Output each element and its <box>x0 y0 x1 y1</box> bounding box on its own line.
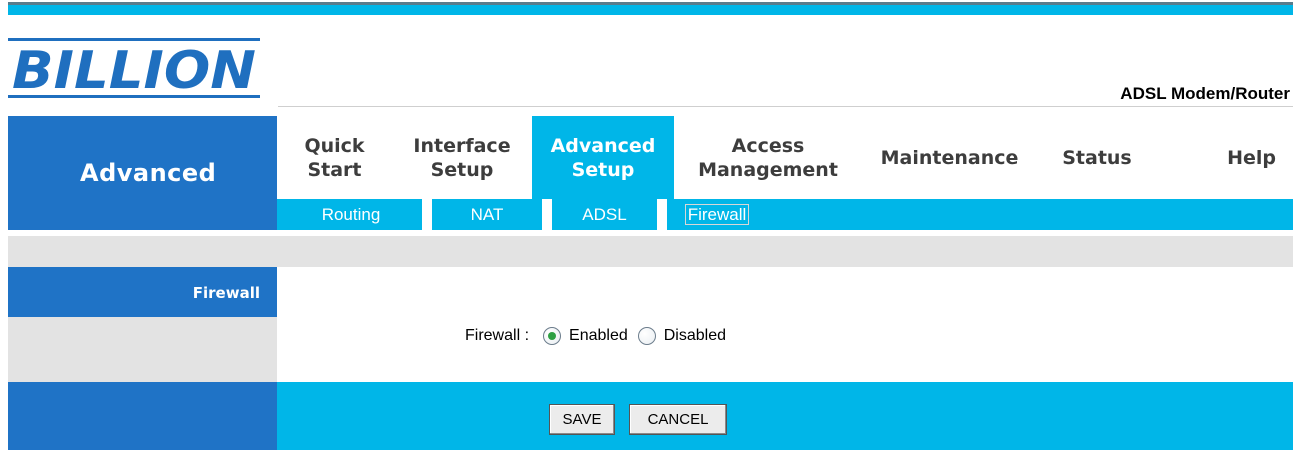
subnav-separator <box>657 199 667 230</box>
firewall-enabled-radio[interactable] <box>543 327 562 345</box>
footer-button-bar: SAVE CANCEL <box>277 382 1293 450</box>
main-nav: Quick Start Interface Setup Advanced Set… <box>277 116 1293 199</box>
spacer-band <box>8 236 1293 267</box>
firewall-form: Firewall : Enabled Disabled <box>277 267 1293 382</box>
subnav-label: Routing <box>321 205 381 224</box>
nav-label: Advanced Setup <box>550 134 656 181</box>
section-title: Advanced <box>80 159 217 187</box>
subnav-separator <box>422 199 432 230</box>
top-accent-bar <box>8 2 1293 15</box>
subnav-label: NAT <box>470 205 504 224</box>
nav-maintenance[interactable]: Maintenance <box>862 116 1037 199</box>
subnav-routing[interactable]: Routing <box>301 199 401 230</box>
nav-label: Quick Start <box>304 134 365 181</box>
subnav-label: Firewall <box>684 204 750 225</box>
firewall-enabled-label[interactable]: Enabled <box>569 327 628 345</box>
nav-interface-setup[interactable]: Interface Setup <box>392 116 532 199</box>
sidebar-label: Firewall <box>192 284 260 302</box>
nav-access-management[interactable]: Access Management <box>674 116 862 199</box>
subnav-label: ADSL <box>582 205 627 224</box>
sidebar-header: Firewall <box>8 267 277 317</box>
firewall-label: Firewall : <box>465 327 530 344</box>
header-divider <box>278 106 1293 107</box>
cancel-button[interactable]: CANCEL <box>629 404 727 435</box>
subnav-adsl[interactable]: ADSL <box>552 199 657 230</box>
billion-logo: BILLION <box>8 38 260 102</box>
firewall-disabled-label[interactable]: Disabled <box>664 327 726 345</box>
nav-label: Interface Setup <box>413 134 511 181</box>
nav-status[interactable]: Status <box>1037 116 1157 199</box>
firewall-disabled-radio[interactable] <box>637 327 656 345</box>
firewall-row: Firewall : Enabled Disabled <box>465 327 736 345</box>
sub-nav: Routing NAT ADSL Firewall <box>277 199 1293 230</box>
subnav-separator <box>542 199 552 230</box>
footer-left-panel <box>8 382 277 450</box>
nav-label: Maintenance <box>880 146 1019 169</box>
logo-text: BILLION <box>12 41 256 101</box>
sidebar-panel <box>8 317 277 382</box>
nav-label: Status <box>1062 146 1132 169</box>
subnav-firewall[interactable]: Firewall <box>667 199 767 230</box>
product-name: ADSL Modem/Router <box>1120 84 1290 103</box>
section-title-panel: Advanced <box>8 116 277 230</box>
nav-label: Access Management <box>698 134 838 181</box>
nav-quick-start[interactable]: Quick Start <box>277 116 392 199</box>
save-button[interactable]: SAVE <box>549 404 615 435</box>
nav-advanced-setup[interactable]: Advanced Setup <box>532 116 674 199</box>
nav-label: Help <box>1227 146 1276 169</box>
billion-logo-graphic: BILLION <box>8 38 260 101</box>
top-accent-shade <box>8 2 1293 5</box>
nav-help[interactable]: Help <box>1177 116 1293 199</box>
subnav-nat[interactable]: NAT <box>432 199 542 230</box>
